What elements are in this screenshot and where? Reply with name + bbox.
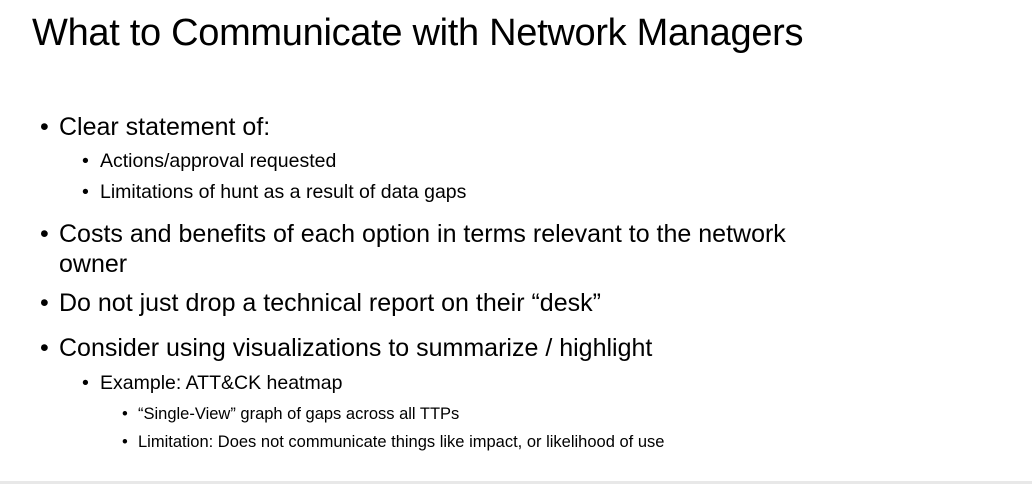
bullet-do-not-drop: • Do not just drop a technical report on … [40, 289, 601, 318]
bullet-icon: • [122, 433, 128, 451]
bullet-text: Costs and benefits of each option in ter… [59, 220, 786, 248]
bullet-text: Clear statement of: [59, 113, 271, 141]
bullet-single-view: • “Single-View” graph of gaps across all … [122, 405, 459, 424]
bullet-actions: • Actions/approval requested [82, 150, 336, 173]
bullet-icon: • [82, 181, 89, 203]
bullet-clear-statement: • Clear statement of: [40, 113, 270, 142]
bullet-limitation: • Limitation: Does not communicate things… [122, 433, 664, 452]
bullet-limitations: • Limitations of hunt as a result of data… [82, 181, 466, 204]
slide-title: What to Communicate with Network Manager… [32, 12, 804, 54]
bullet-text: Example: ATT&CK heatmap [100, 372, 343, 394]
bullet-costs-continuation: owner [59, 250, 128, 278]
bullet-icon: • [82, 150, 89, 172]
bullet-icon: • [122, 405, 128, 423]
bullet-icon: • [40, 113, 49, 141]
bullet-text: “Single-View” graph of gaps across all T… [138, 405, 460, 423]
bullet-costs-benefits: • Costs and benefits of each option in te… [40, 220, 786, 249]
bullet-icon: • [40, 220, 49, 248]
bullet-example: • Example: ATT&CK heatmap [82, 372, 342, 395]
bullet-icon: • [82, 372, 89, 394]
bullet-icon: • [40, 334, 49, 362]
bullet-icon: • [40, 289, 49, 317]
bullet-text: Limitation: Does not communicate things … [138, 433, 665, 451]
bullet-visualizations: • Consider using visualizations to summar… [40, 334, 652, 363]
bullet-text: Do not just drop a technical report on t… [59, 289, 601, 317]
bullet-text: Actions/approval requested [100, 150, 337, 172]
bullet-text: Consider using visualizations to summari… [59, 334, 653, 362]
bullet-text: Limitations of hunt as a result of data … [100, 181, 467, 203]
